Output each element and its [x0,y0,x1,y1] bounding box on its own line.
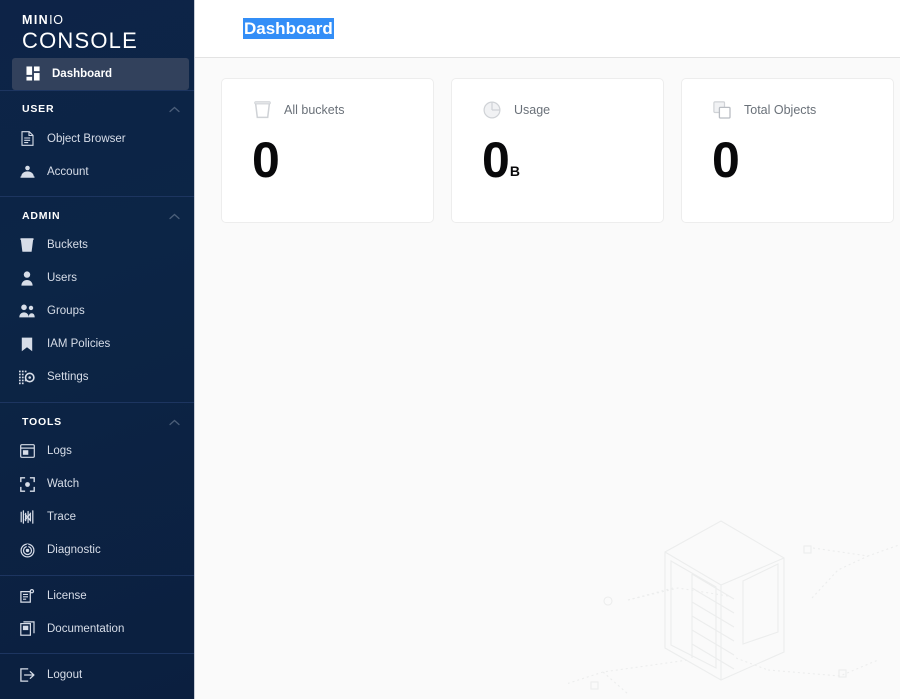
topbar: Dashboard [195,0,900,58]
content-area: All buckets 0 Usage 0 B Total Objects 0 [195,58,900,699]
footer-links: License Documentation [0,579,194,653]
primary-nav: Dashboard [0,57,194,90]
divider-admin [0,196,194,198]
diagnostic-icon [18,541,36,559]
sidebar-item-label: Buckets [47,239,88,252]
objects-icon [711,99,733,121]
sidebar-item-label: Account [47,165,89,178]
page-title: Dashboard [243,18,334,39]
brand-console: CONSOLE [22,28,138,53]
app-root: MINIO CONSOLE Dashboard USER Object Brow… [0,0,900,699]
section-body-tools: Logs Watch Trace Diagnostic [0,435,194,575]
sidebar-item-label: Groups [47,305,85,318]
section-header-admin[interactable]: ADMIN [0,203,194,229]
card-header: All buckets [251,99,433,121]
logout-icon [18,666,36,684]
logo: MINIO CONSOLE [0,0,194,58]
card-value-row: 0 B [482,134,663,186]
user-icon [18,269,36,287]
bookmark-icon [18,335,36,353]
pie-chart-icon [481,99,503,121]
sidebar-item-label: Documentation [47,622,125,635]
divider-tools [0,401,194,403]
sidebar-item-label: Users [47,272,78,285]
account-icon [18,163,36,181]
card-header: Usage [481,99,663,121]
sidebar-item-label: Watch [47,478,80,491]
document-icon [18,130,36,148]
sidebar-item-label: Trace [47,511,76,524]
card-total-objects[interactable]: Total Objects 0 [681,78,894,223]
card-unit: B [509,163,520,179]
sidebar-item-documentation[interactable]: Documentation [0,612,194,645]
groups-icon [18,302,36,320]
sidebar-item-trace[interactable]: Trace [0,501,194,534]
sidebar-item-label: IAM Policies [47,338,111,351]
card-value: 0 [712,132,740,188]
dashboard-icon [24,65,42,83]
card-label: Usage [514,103,551,117]
settings-icon [18,368,36,386]
summary-cards: All buckets 0 Usage 0 B Total Objects 0 [195,78,900,223]
brand-minio: MINIO [22,13,194,27]
divider-footer [0,574,194,576]
logs-icon [18,442,36,460]
section-title-tools: TOOLS [22,415,62,428]
sidebar-item-label: Diagnostic [47,544,101,557]
main-area: Dashboard All buckets 0 Usage 0 B Total … [195,0,900,699]
brand-min: MIN [22,13,50,27]
sidebar-item-label: License [47,589,87,602]
bucket-icon [18,236,36,254]
sidebar-item-iam-policies[interactable]: IAM Policies [0,328,194,361]
sidebar-item-buckets[interactable]: Buckets [0,229,194,262]
card-value-row: 0 [252,134,433,186]
card-label: Total Objects [744,103,817,117]
sidebar-item-watch[interactable]: Watch [0,468,194,501]
chevron-up-icon[interactable] [169,413,180,431]
sidebar-item-logout[interactable]: Logout [0,658,194,691]
section-header-user[interactable]: USER [0,97,194,123]
isometric-server-rack-illustration [568,520,900,695]
sidebar-item-settings[interactable]: Settings [0,361,194,394]
card-value: 0 [252,132,280,188]
documentation-icon [18,620,36,638]
card-header: Total Objects [711,99,893,121]
sidebar: MINIO CONSOLE Dashboard USER Object Brow… [0,0,195,699]
sidebar-item-dashboard[interactable]: Dashboard [12,57,189,90]
sidebar-item-users[interactable]: Users [0,262,194,295]
sidebar-item-account[interactable]: Account [0,155,194,188]
watch-icon [18,475,36,493]
sidebar-item-label: Settings [47,371,89,384]
divider-logout [0,653,194,655]
sidebar-item-label: Logout [47,668,83,681]
trace-icon [18,508,36,526]
section-header-tools[interactable]: TOOLS [0,409,194,435]
divider-user [0,89,194,91]
sidebar-item-label: Object Browser [47,132,126,145]
bucket-icon [251,99,273,121]
card-value-row: 0 [712,134,893,186]
sidebar-item-object-browser[interactable]: Object Browser [0,122,194,155]
card-value: 0 [482,132,510,188]
sidebar-item-groups[interactable]: Groups [0,295,194,328]
chevron-up-icon[interactable] [169,207,180,225]
section-title-user: USER [22,103,55,116]
brand-io: IO [49,13,64,27]
sidebar-item-label: Logs [47,445,72,458]
card-all-buckets[interactable]: All buckets 0 [221,78,434,223]
section-body-admin: Buckets Users Groups IAM Policies Settin… [0,229,194,402]
license-icon [18,587,36,605]
chevron-up-icon[interactable] [169,100,180,118]
sidebar-item-label: Dashboard [52,67,113,80]
card-label: All buckets [284,103,345,117]
section-body-user: Object Browser Account [0,122,194,196]
logout-group: Logout [0,658,194,699]
sidebar-item-license[interactable]: License [0,579,194,612]
section-title-admin: ADMIN [22,210,61,223]
sidebar-item-diagnostic[interactable]: Diagnostic [0,534,194,567]
sidebar-item-logs[interactable]: Logs [0,435,194,468]
card-usage[interactable]: Usage 0 B [451,78,664,223]
